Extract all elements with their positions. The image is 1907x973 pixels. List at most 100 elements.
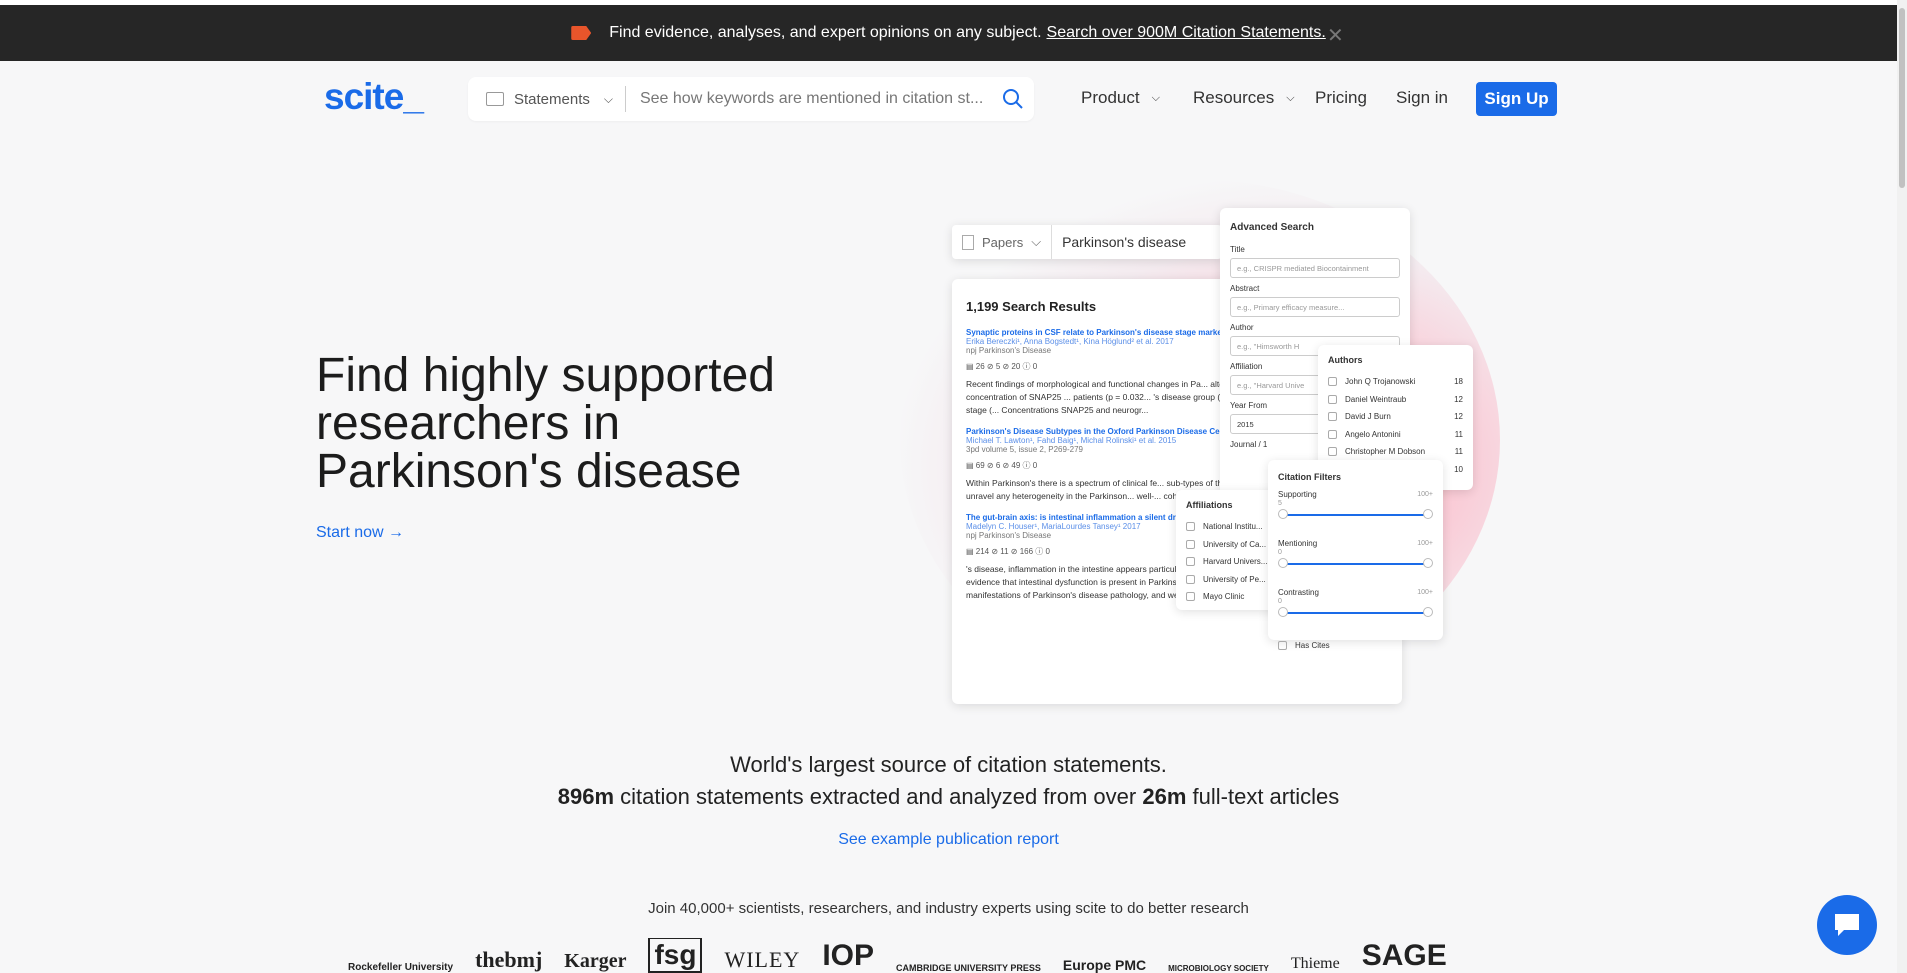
contrasting-slider: 0 100+ bbox=[1278, 589, 1433, 619]
chevron-down-icon: ⌵ bbox=[1031, 234, 1042, 249]
partner-logo: MICROBIOLOGY SOCIETY bbox=[1168, 964, 1269, 973]
checkbox bbox=[1186, 574, 1195, 584]
author-row: Daniel Weintraub 12 bbox=[1328, 391, 1463, 409]
author-name: David J Burn bbox=[1345, 412, 1391, 422]
author-name: Christopher M Dobson bbox=[1345, 447, 1426, 457]
tag-icon bbox=[571, 26, 592, 40]
partner-logo: Rockefeller University bbox=[348, 962, 454, 973]
announcement-banner: Find evidence, analyses, and expert opin… bbox=[0, 5, 1897, 61]
author-name: Daniel Weintraub bbox=[1345, 394, 1407, 404]
partner-logo: Karger bbox=[564, 950, 627, 972]
illustration-mode-label: Papers bbox=[982, 234, 1024, 250]
partner-logo: SAGE bbox=[1361, 939, 1447, 972]
slider-min: 5 bbox=[1278, 500, 1282, 507]
field-label: Author bbox=[1230, 323, 1254, 332]
slider-handle bbox=[1423, 558, 1433, 568]
has-cites-row: Has Cites bbox=[1278, 637, 1433, 655]
arrow-right-icon: → bbox=[388, 524, 405, 541]
slider-handle bbox=[1278, 509, 1288, 519]
field-label: Abstract bbox=[1230, 284, 1260, 293]
author-count: 11 bbox=[1454, 429, 1463, 439]
search-input[interactable]: See how keywords are mentioned in citati… bbox=[626, 90, 992, 108]
author-count: 12 bbox=[1454, 412, 1463, 422]
affiliation-name: Mayo Clinic bbox=[1203, 592, 1245, 602]
nav-pricing[interactable]: Pricing bbox=[1315, 88, 1367, 108]
search-icon[interactable] bbox=[992, 88, 1034, 110]
slider-track bbox=[1282, 612, 1429, 614]
document-icon bbox=[962, 234, 974, 250]
mentioning-slider: 0 100+ bbox=[1278, 540, 1433, 570]
nav-product[interactable]: Product ⌵ bbox=[1081, 88, 1160, 108]
example-report-link[interactable]: See example publication report bbox=[0, 831, 1897, 849]
slider-label: Mentioning bbox=[1278, 539, 1318, 548]
hero-title: Find highly supported researchers in Par… bbox=[316, 349, 775, 498]
stats-middle: citation statements extracted and analyz… bbox=[620, 784, 1137, 809]
field-input: e.g., Primary efficacy measure... bbox=[1230, 297, 1400, 317]
start-now-link[interactable]: Start now → bbox=[316, 524, 404, 542]
author-count: 11 bbox=[1454, 447, 1463, 457]
checkbox bbox=[1278, 641, 1287, 651]
slider-label: Supporting bbox=[1278, 490, 1317, 499]
author-count: 18 bbox=[1454, 377, 1463, 387]
slider-handle bbox=[1423, 607, 1433, 617]
chevron-down-icon: ⌵ bbox=[1151, 91, 1160, 104]
author-row: David J Burn 12 bbox=[1328, 408, 1463, 426]
stats-headline: World's largest source of citation state… bbox=[730, 752, 1167, 777]
banner-link[interactable]: Search over 900M Citation Statements. bbox=[1047, 24, 1326, 42]
illustration-query: Parkinson's disease bbox=[1062, 234, 1187, 250]
has-cites-label: Has Cites bbox=[1295, 641, 1330, 651]
nav-product-label: Product bbox=[1081, 88, 1140, 107]
checkbox bbox=[1328, 394, 1337, 404]
slider-min: 0 bbox=[1278, 549, 1282, 556]
start-now-label: Start now bbox=[316, 524, 384, 541]
slider-min: 0 bbox=[1278, 598, 1282, 605]
search-mode-label: Statements bbox=[514, 90, 590, 108]
author-count: 10 bbox=[1454, 464, 1463, 474]
nav-signin[interactable]: Sign in bbox=[1396, 88, 1448, 108]
author-name: Angelo Antonini bbox=[1345, 429, 1401, 439]
join-text: Join 40,000+ scientists, researchers, an… bbox=[648, 900, 1249, 917]
checkbox bbox=[1186, 539, 1195, 549]
slider-label: Contrasting bbox=[1278, 588, 1319, 597]
slider-track bbox=[1282, 514, 1429, 516]
affiliation-name: National Institu... bbox=[1203, 522, 1263, 532]
slider-track bbox=[1282, 563, 1429, 565]
author-row: Christopher M Dobson 11 bbox=[1328, 443, 1463, 461]
author-count: 12 bbox=[1454, 394, 1463, 404]
affiliation-name: Harvard Univers... bbox=[1203, 557, 1268, 567]
search-mode-select[interactable]: Statements ⌵ bbox=[468, 86, 626, 112]
author-row: John Q Trojanowski 18 bbox=[1328, 373, 1463, 391]
partner-logo: thebmj bbox=[475, 947, 543, 972]
partner-logo: fsg bbox=[648, 938, 703, 973]
stats-tail: full-text articles bbox=[1192, 784, 1340, 809]
partner-logo: Thieme bbox=[1290, 955, 1340, 972]
header-search: Statements ⌵ See how keywords are mentio… bbox=[468, 77, 1034, 121]
banner-text: Find evidence, analyses, and expert opin… bbox=[609, 24, 1042, 41]
author-name: John Q Trojanowski bbox=[1345, 377, 1416, 387]
authors-title: Authors bbox=[1328, 355, 1363, 365]
chevron-down-icon: ⌵ bbox=[1286, 91, 1295, 104]
slider-max: 100+ bbox=[1417, 491, 1433, 498]
slider-handle bbox=[1423, 509, 1433, 519]
statements-count: 896m bbox=[557, 784, 615, 809]
nav-resources[interactable]: Resources ⌵ bbox=[1193, 88, 1295, 108]
checkbox bbox=[1186, 522, 1195, 532]
affiliation-name: University of Ca... bbox=[1203, 539, 1267, 549]
checkbox bbox=[1328, 412, 1337, 422]
chat-bubble-icon[interactable] bbox=[1817, 895, 1877, 955]
signup-button[interactable]: Sign Up bbox=[1476, 82, 1557, 116]
checkbox bbox=[1328, 429, 1337, 439]
slider-handle bbox=[1278, 607, 1288, 617]
slider-max: 100+ bbox=[1417, 589, 1433, 596]
checkbox bbox=[1186, 557, 1195, 567]
partner-logo: CAMBRIDGE UNIVERSITY PRESS bbox=[896, 963, 1041, 973]
statements-icon bbox=[486, 92, 504, 106]
scite-logo[interactable]: scite_ bbox=[324, 76, 424, 118]
affiliation-name: University of Pe... bbox=[1203, 574, 1266, 584]
nav-resources-label: Resources bbox=[1193, 88, 1275, 107]
scrollbar-thumb[interactable] bbox=[1899, 8, 1905, 188]
close-icon[interactable]: ✕ bbox=[1327, 23, 1344, 48]
partner-logo: WILEY bbox=[724, 947, 801, 972]
checkbox bbox=[1186, 592, 1195, 602]
scrollbar[interactable] bbox=[1897, 0, 1907, 973]
